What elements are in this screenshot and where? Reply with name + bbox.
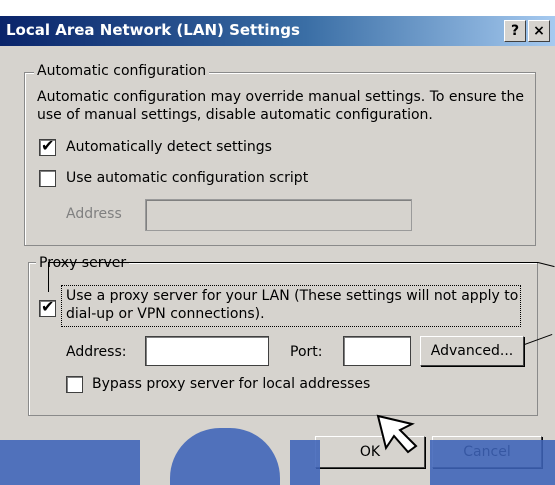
advanced-button[interactable]: Advanced... [420, 336, 524, 366]
window-title: Local Area Network (LAN) Settings [6, 21, 300, 39]
auto-detect-checkbox[interactable]: ✔ [39, 136, 56, 156]
checkmark-icon: ✔ [41, 136, 55, 155]
proxy-address-label: Address: [66, 344, 127, 360]
use-config-script-label[interactable]: Use automatic configuration script [66, 170, 308, 186]
bypass-local-label[interactable]: Bypass proxy server for local addresses [92, 376, 370, 392]
help-icon: ? [510, 23, 520, 39]
proxy-port-label: Port: [290, 344, 323, 360]
watermark-shape-2 [170, 428, 280, 485]
use-proxy-label-line1[interactable]: Use a proxy server for your LAN (These s… [66, 288, 518, 304]
auto-config-description-line1: Automatic configuration may override man… [37, 89, 525, 105]
help-button[interactable]: ? [504, 20, 526, 42]
auto-config-description-line2: use of manual settings, disable automati… [37, 107, 433, 123]
checkmark-icon: ✔ [41, 297, 55, 316]
proxy-server-legend: Proxy server [36, 255, 130, 271]
auto-detect-label[interactable]: Automatically detect settings [66, 139, 272, 155]
annotation-line-vertical [48, 262, 49, 292]
automatic-configuration-legend: Automatic configuration [34, 63, 210, 79]
advanced-button-label: Advanced... [430, 343, 514, 359]
proxy-address-input[interactable] [145, 336, 269, 366]
cancel-button[interactable]: Cancel [432, 436, 542, 468]
mouse-pointer-icon [376, 414, 418, 454]
title-bar[interactable]: Local Area Network (LAN) Settings ? × [0, 16, 555, 46]
script-address-label: Address [66, 206, 122, 222]
watermark-shape-1 [0, 440, 140, 485]
script-address-input[interactable] [145, 199, 412, 231]
use-proxy-label-line2[interactable]: dial-up or VPN connections). [66, 306, 265, 322]
cancel-button-label: Cancel [463, 444, 511, 460]
top-margin-strip [0, 0, 555, 16]
bypass-local-checkbox[interactable] [66, 376, 83, 393]
close-icon: × [533, 23, 545, 39]
annotation-line-right-1 [537, 262, 555, 268]
use-config-script-checkbox[interactable] [39, 170, 56, 187]
annotation-line-top [48, 262, 538, 263]
use-proxy-checkbox[interactable]: ✔ [39, 297, 56, 317]
proxy-port-input[interactable] [343, 336, 411, 366]
close-button[interactable]: × [528, 20, 550, 42]
lan-settings-dialog: Local Area Network (LAN) Settings ? × Au… [0, 0, 555, 485]
